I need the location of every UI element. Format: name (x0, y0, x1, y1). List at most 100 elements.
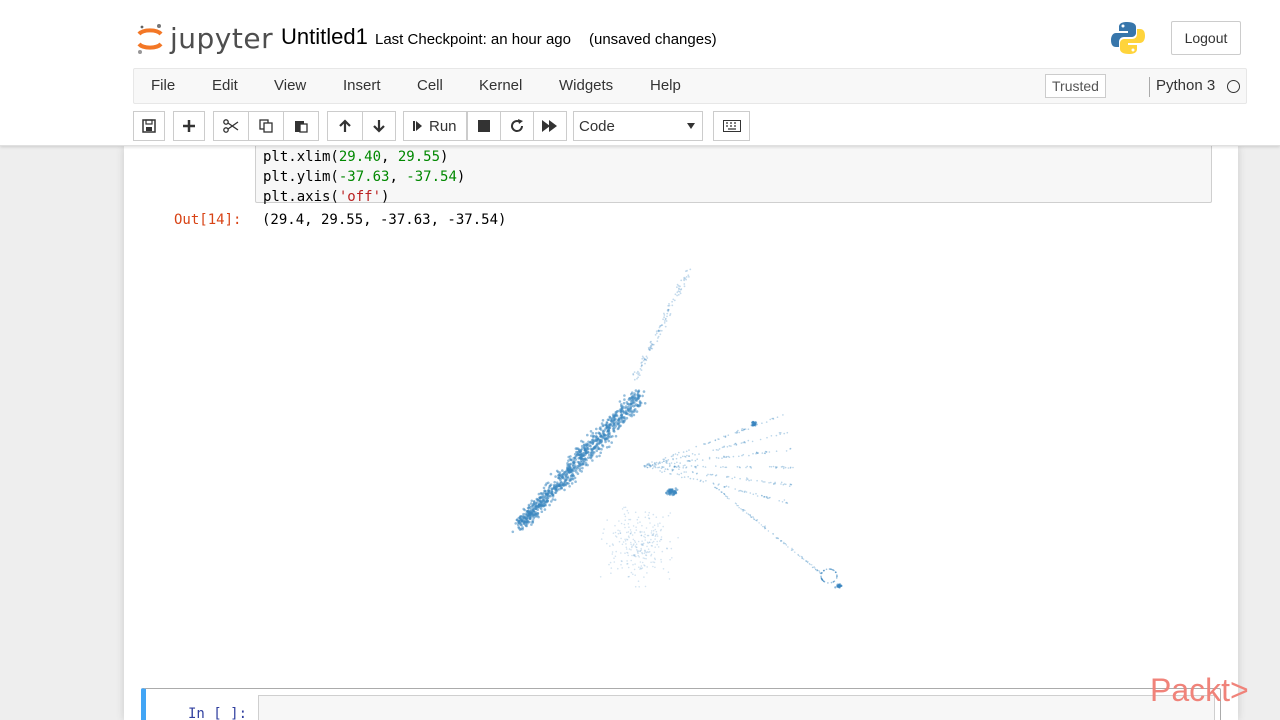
scatter-point (643, 552, 646, 555)
notebook-name[interactable]: Untitled1 (281, 24, 368, 50)
move-down-button[interactable] (362, 111, 396, 141)
menu-widgets[interactable]: Widgets (559, 77, 613, 94)
scatter-point (717, 457, 720, 459)
scatter-point (612, 427, 615, 430)
scatter-point (637, 394, 640, 398)
scatter-point (738, 466, 741, 468)
empty-cell-input[interactable] (258, 695, 1215, 720)
scatter-point (711, 473, 714, 476)
scatter-point (830, 581, 833, 584)
scatter-point (745, 479, 748, 481)
run-button[interactable]: Run (403, 111, 467, 141)
scatter-point (586, 450, 590, 454)
empty-code-cell[interactable]: In [ ]: (141, 688, 1221, 720)
scatter-point (511, 530, 515, 534)
scatter-point (657, 329, 660, 332)
paste-button[interactable] (283, 111, 319, 141)
scatter-point (679, 462, 681, 464)
input-prompt: In [ ]: (188, 706, 248, 720)
scatter-point (643, 531, 646, 533)
scatter-point (627, 531, 630, 533)
menu-file[interactable]: File (151, 77, 175, 94)
scatter-point (706, 474, 708, 477)
scatter-point (591, 459, 594, 462)
scatter-point (641, 543, 644, 545)
scatter-point (579, 463, 582, 466)
scatter-point (633, 371, 636, 373)
scatter-point (610, 572, 612, 574)
scatter-point (666, 315, 668, 318)
scatter-point (676, 286, 678, 289)
scatter-point (650, 561, 652, 564)
scatter-point (767, 497, 769, 500)
scatter-point (655, 464, 657, 466)
scatter-point (580, 470, 583, 473)
menu-help[interactable]: Help (650, 77, 681, 94)
scatter-point (575, 470, 578, 474)
scatter-point (625, 401, 629, 404)
cell-type-select[interactable]: Code (573, 111, 703, 141)
scatter-point (747, 478, 749, 480)
scatter-point (639, 530, 641, 533)
scatter-point (636, 403, 640, 407)
scatter-point (751, 516, 753, 518)
scatter-point (694, 454, 696, 456)
save-button[interactable] (133, 111, 165, 141)
scatter-point (551, 498, 555, 501)
jupyter-logo-text: jupyter (170, 21, 274, 55)
logout-button[interactable]: Logout (1171, 21, 1241, 55)
scatter-point (568, 485, 571, 488)
scatter-point (647, 548, 650, 550)
scatter-point (755, 452, 757, 455)
menu-kernel[interactable]: Kernel (479, 77, 522, 94)
scatter-point (641, 552, 644, 555)
move-up-button[interactable] (327, 111, 363, 141)
insert-cell-button[interactable] (173, 111, 205, 141)
scatter-point (659, 540, 661, 542)
scatter-point (689, 477, 692, 480)
scatter-point (571, 472, 574, 476)
scatter-point (536, 501, 539, 504)
scatter-point (621, 543, 624, 546)
menu-view[interactable]: View (274, 77, 306, 94)
menu-edit[interactable]: Edit (212, 77, 238, 94)
restart-run-all-button[interactable] (533, 111, 567, 141)
scatter-point (605, 446, 609, 449)
copy-button[interactable] (248, 111, 284, 141)
code-cell-input[interactable]: plt.xlim(29.40, 29.55) plt.ylim(-37.63, -… (255, 146, 1212, 205)
scatter-point (721, 457, 723, 459)
scatter-point (609, 423, 612, 427)
restart-button[interactable] (500, 111, 534, 141)
scatter-point (566, 481, 569, 485)
jupyter-logo[interactable]: jupyter (136, 18, 273, 58)
scatter-point (570, 482, 574, 485)
scatter-point (755, 451, 758, 454)
scatter-point (750, 479, 752, 481)
scatter-point (764, 481, 766, 483)
menu-cell[interactable]: Cell (417, 77, 443, 94)
scatter-point (622, 420, 625, 424)
command-palette-button[interactable] (713, 111, 750, 141)
interrupt-button[interactable] (467, 111, 501, 141)
scatter-point (652, 532, 655, 535)
menu-insert[interactable]: Insert (343, 77, 381, 94)
code-token: 'off' (338, 189, 382, 205)
scatter-point (745, 512, 748, 514)
scatter-point (777, 537, 779, 540)
scatter-point (834, 586, 837, 589)
scatter-point (780, 483, 782, 485)
scatter-point (546, 493, 549, 496)
scatter-point (606, 434, 609, 437)
scatter-point (645, 557, 647, 560)
scatter-point (580, 444, 584, 448)
scatter-point (557, 473, 561, 476)
scatter-point (656, 543, 658, 546)
kernel-name[interactable]: Python 3 (1156, 77, 1215, 94)
trusted-indicator[interactable]: Trusted (1045, 74, 1106, 98)
cut-button[interactable] (213, 111, 249, 141)
scatter-point (672, 457, 674, 460)
scatter-point (614, 531, 617, 534)
scatter-point (787, 546, 789, 548)
scatter-point (659, 333, 662, 336)
scatter-point (576, 447, 580, 450)
